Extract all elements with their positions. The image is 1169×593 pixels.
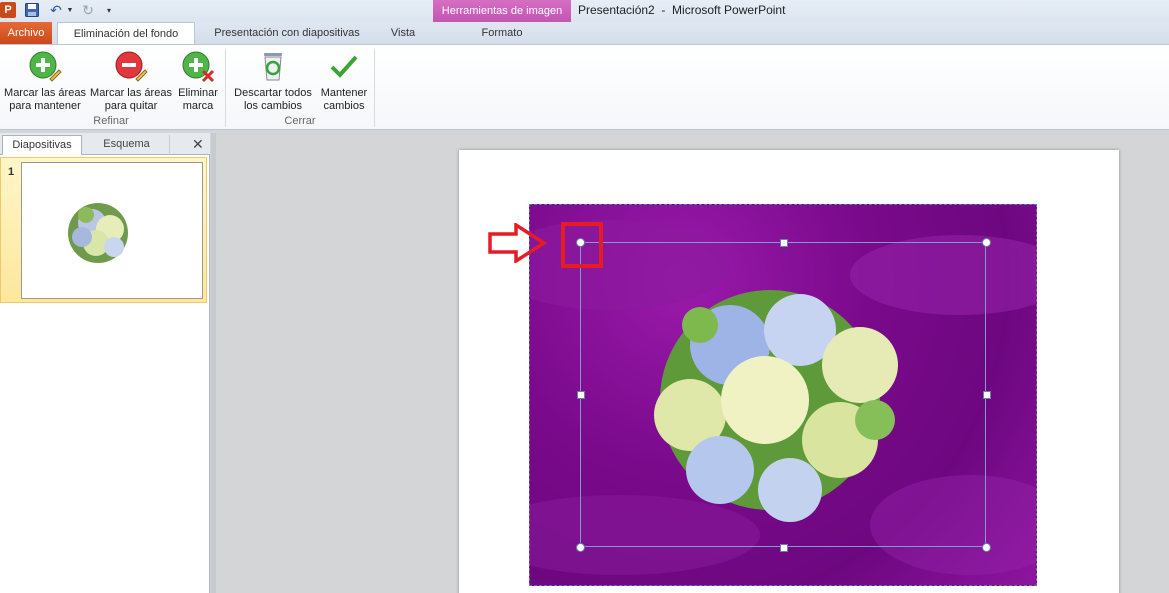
delete-mark-button[interactable]: Eliminar marca (174, 49, 222, 113)
slide-thumbnail[interactable] (21, 162, 203, 299)
mark-remove-label: Marcar las áreas para quitar (90, 87, 172, 112)
resize-handle-top[interactable] (780, 239, 788, 247)
title-bar: P ↶ ▼ ↻ ▾ Presentación2 - Microsoft Powe… (0, 0, 1169, 22)
group-separator (374, 49, 375, 127)
undo-dropdown-icon[interactable]: ▼ (66, 2, 74, 18)
resize-handle-top-right[interactable] (982, 238, 991, 247)
checkmark-icon (330, 55, 358, 78)
discard-changes-button[interactable]: Descartar todos los cambios (229, 49, 317, 113)
tab-slideshow[interactable]: Presentación con diapositivas (203, 22, 371, 44)
powerpoint-logo-icon[interactable]: P (0, 2, 16, 18)
redo-icon[interactable]: ↻ (80, 2, 96, 18)
window-title: Presentación2 - Microsoft PowerPoint (578, 3, 786, 17)
group-label-cerrar: Cerrar (284, 115, 316, 127)
tab-background-removal[interactable]: Eliminación del fondo (57, 22, 195, 45)
plus-pencil-icon (29, 51, 62, 82)
ribbon-tab-row: Archivo Eliminación del fondo Presentaci… (0, 22, 1169, 45)
picture-tools-header: Herramientas de imagen (433, 0, 571, 22)
arrow-right-annotation-icon (488, 223, 548, 263)
mark-keep-label: Marcar las áreas para mantener (4, 87, 86, 112)
mark-remove-button[interactable]: Marcar las áreas para quitar (89, 49, 173, 113)
delete-mark-label: Eliminar marca (178, 87, 218, 112)
slide-editing-area (216, 133, 1169, 593)
recycle-bin-icon (264, 53, 282, 81)
ribbon: Marcar las áreas para mantener Marcar la… (0, 44, 1169, 130)
slide-thumbnail-row[interactable]: 1 (0, 157, 207, 303)
resize-handle-bottom-left[interactable] (576, 543, 585, 552)
tab-diapositivas[interactable]: Diapositivas (2, 135, 82, 155)
slide-canvas[interactable] (459, 150, 1119, 593)
undo-icon[interactable]: ↶ (48, 2, 64, 18)
slide-number: 1 (8, 166, 15, 178)
resize-handle-bottom[interactable] (780, 544, 788, 552)
hydrangea-thumbnail-image (68, 203, 128, 263)
resize-handle-left[interactable] (577, 391, 585, 399)
close-icon[interactable]: ✕ (192, 136, 204, 153)
slides-pane: Diapositivas Esquema ✕ 1 (0, 133, 210, 593)
tab-esquema[interactable]: Esquema (84, 135, 170, 155)
save-icon[interactable] (24, 2, 40, 18)
keep-changes-button[interactable]: Mantener cambios (317, 49, 371, 113)
background-removal-image[interactable] (529, 204, 1037, 586)
tab-vista[interactable]: Vista (380, 22, 426, 44)
delete-mark-icon (182, 51, 215, 83)
minus-pencil-icon (115, 51, 148, 82)
resize-handle-bottom-right[interactable] (982, 543, 991, 552)
resize-handle-right[interactable] (983, 391, 991, 399)
tab-archivo[interactable]: Archivo (0, 22, 52, 44)
customize-quick-access-icon[interactable]: ▾ (104, 2, 114, 18)
group-label-refinar: Refinar (93, 115, 129, 127)
pane-tab-row: Diapositivas Esquema ✕ (0, 133, 210, 155)
discard-changes-label: Descartar todos los cambios (234, 87, 312, 112)
marquee-selection-box[interactable] (576, 238, 991, 552)
tab-formato[interactable]: Formato (433, 22, 571, 44)
keep-changes-label: Mantener cambios (320, 87, 368, 112)
mark-keep-button[interactable]: Marcar las áreas para mantener (2, 49, 88, 113)
highlight-annotation-box (561, 222, 603, 268)
